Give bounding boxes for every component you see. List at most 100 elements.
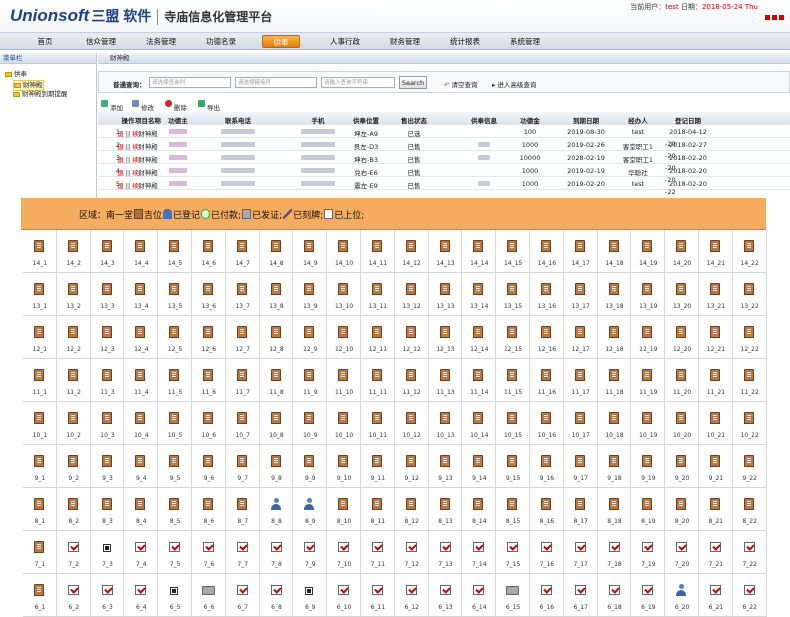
col-header[interactable]: 供奉位置 [344, 115, 388, 125]
seat-10_7[interactable]: 10_7 [225, 402, 260, 445]
table-row[interactable]: 5退 || 续财神殿 震左-E9 已售 1000 2019-02-20 test 2018-… [98, 177, 790, 190]
flag-icons[interactable] [763, 14, 784, 22]
seat-13_3[interactable]: 13_3 [90, 273, 125, 316]
seat-9_20[interactable]: 9_20 [665, 445, 699, 488]
tree-item-expire[interactable]: 财神殿到期提醒 [13, 90, 68, 99]
seat-13_13[interactable]: 13_13 [428, 273, 463, 316]
col-header[interactable]: 供奉信息 [462, 115, 506, 125]
seat-14_18[interactable]: 14_18 [597, 230, 632, 273]
seat-9_8[interactable]: 9_8 [259, 445, 294, 488]
seat-10_13[interactable]: 10_13 [428, 402, 463, 445]
seat-13_11[interactable]: 13_11 [361, 273, 395, 316]
seat-11_8[interactable]: 11_8 [259, 359, 294, 402]
seat-10_5[interactable]: 10_5 [158, 402, 192, 445]
seat-13_8[interactable]: 13_8 [259, 273, 294, 316]
seat-12_13[interactable]: 12_13 [428, 316, 463, 359]
search-input[interactable]: 请输入查询字符串 [321, 77, 395, 88]
seat-9_9[interactable]: 9_9 [293, 445, 328, 488]
seat-6_17[interactable]: 6_17 [563, 574, 598, 617]
seat-10_19[interactable]: 10_19 [631, 402, 666, 445]
seat-9_18[interactable]: 9_18 [597, 445, 632, 488]
advanced-query-link[interactable]: ▸ 进入高级查询 [492, 79, 536, 89]
seat-11_2[interactable]: 11_2 [56, 359, 91, 402]
seat-8_6[interactable]: 8_6 [192, 488, 226, 531]
seat-6_1[interactable]: 6_1 [23, 574, 57, 617]
seat-14_14[interactable]: 14_14 [462, 230, 497, 273]
seat-11_14[interactable]: 11_14 [462, 359, 497, 402]
seat-8_20[interactable]: 8_20 [665, 488, 699, 531]
seat-10_3[interactable]: 10_3 [90, 402, 125, 445]
nav-item-0[interactable]: 首页 [30, 35, 60, 48]
nav-item-1[interactable]: 信众管理 [78, 35, 124, 48]
seat-13_10[interactable]: 13_10 [327, 273, 361, 316]
seat-10_15[interactable]: 10_15 [496, 402, 530, 445]
seat-12_12[interactable]: 12_12 [394, 316, 429, 359]
seat-6_9[interactable]: 6_9 [293, 574, 328, 617]
seat-10_4[interactable]: 10_4 [124, 402, 159, 445]
seat-9_16[interactable]: 9_16 [530, 445, 564, 488]
seat-12_8[interactable]: 12_8 [259, 316, 294, 359]
nav-item-3[interactable]: 功德名录 [198, 35, 244, 48]
seat-8_3[interactable]: 8_3 [90, 488, 125, 531]
seat-13_18[interactable]: 13_18 [597, 273, 632, 316]
seat-8_2[interactable]: 8_2 [56, 488, 91, 531]
seat-9_21[interactable]: 9_21 [699, 445, 733, 488]
seat-9_17[interactable]: 9_17 [563, 445, 598, 488]
seat-12_1[interactable]: 12_1 [23, 316, 57, 359]
tree-root[interactable]: 供奉 [5, 70, 27, 79]
seat-8_4[interactable]: 8_4 [124, 488, 159, 531]
seat-12_11[interactable]: 12_11 [361, 316, 395, 359]
seat-13_16[interactable]: 13_16 [530, 273, 564, 316]
seat-6_11[interactable]: 6_11 [361, 574, 395, 617]
seat-11_18[interactable]: 11_18 [597, 359, 632, 402]
table-row[interactable]: 2退 || 续财神殿 艮左-D3 已售 1000 2019-02-26 客堂职工1 2018… [98, 138, 790, 151]
seat-9_2[interactable]: 9_2 [56, 445, 91, 488]
seat-13_4[interactable]: 13_4 [124, 273, 159, 316]
seat-12_14[interactable]: 12_14 [462, 316, 497, 359]
seat-10_11[interactable]: 10_11 [361, 402, 395, 445]
seat-6_4[interactable]: 6_4 [124, 574, 159, 617]
seat-14_16[interactable]: 14_16 [530, 230, 564, 273]
seat-7_15[interactable]: 7_15 [496, 531, 530, 574]
seat-8_9[interactable]: 8_9 [293, 488, 328, 531]
col-header[interactable]: 登记日期 [666, 115, 710, 125]
table-row[interactable]: 4退 || 续财神殿 兑右-E6 已售 1000 2019-02-19 华聪社 2018-0… [98, 164, 790, 177]
edit-button[interactable]: 修改 [132, 100, 154, 112]
seat-6_19[interactable]: 6_19 [631, 574, 666, 617]
seat-9_7[interactable]: 9_7 [225, 445, 260, 488]
seat-14_11[interactable]: 14_11 [361, 230, 395, 273]
seat-10_21[interactable]: 10_21 [699, 402, 733, 445]
seat-13_21[interactable]: 13_21 [699, 273, 733, 316]
col-header[interactable]: 经办人 [616, 115, 660, 125]
seat-8_19[interactable]: 8_19 [631, 488, 666, 531]
seat-12_6[interactable]: 12_6 [192, 316, 226, 359]
seat-14_6[interactable]: 14_6 [192, 230, 226, 273]
seat-11_22[interactable]: 11_22 [732, 359, 767, 402]
add-button[interactable]: 添加 [101, 100, 123, 112]
seat-7_17[interactable]: 7_17 [563, 531, 598, 574]
seat-9_13[interactable]: 9_13 [428, 445, 463, 488]
nav-item-4[interactable]: 供奉 [262, 35, 300, 48]
seat-8_1[interactable]: 8_1 [23, 488, 57, 531]
seat-12_10[interactable]: 12_10 [327, 316, 361, 359]
seat-14_22[interactable]: 14_22 [732, 230, 767, 273]
nav-item-2[interactable]: 法务管理 [138, 35, 184, 48]
seat-8_18[interactable]: 8_18 [597, 488, 632, 531]
seat-7_5[interactable]: 7_5 [158, 531, 192, 574]
seat-6_16[interactable]: 6_16 [530, 574, 564, 617]
seat-6_2[interactable]: 6_2 [56, 574, 91, 617]
seat-8_12[interactable]: 8_12 [394, 488, 429, 531]
seat-9_3[interactable]: 9_3 [90, 445, 125, 488]
seat-7_21[interactable]: 7_21 [699, 531, 733, 574]
col-header[interactable]: 功德主 [156, 115, 200, 125]
seat-6_22[interactable]: 6_22 [732, 574, 767, 617]
seat-14_19[interactable]: 14_19 [631, 230, 666, 273]
seat-11_19[interactable]: 11_19 [631, 359, 666, 402]
seat-11_4[interactable]: 11_4 [124, 359, 159, 402]
seat-8_7[interactable]: 8_7 [225, 488, 260, 531]
seat-10_18[interactable]: 10_18 [597, 402, 632, 445]
col-header[interactable]: 到期日期 [564, 115, 608, 125]
seat-11_12[interactable]: 11_12 [394, 359, 429, 402]
seat-11_9[interactable]: 11_9 [293, 359, 328, 402]
seat-14_20[interactable]: 14_20 [665, 230, 699, 273]
